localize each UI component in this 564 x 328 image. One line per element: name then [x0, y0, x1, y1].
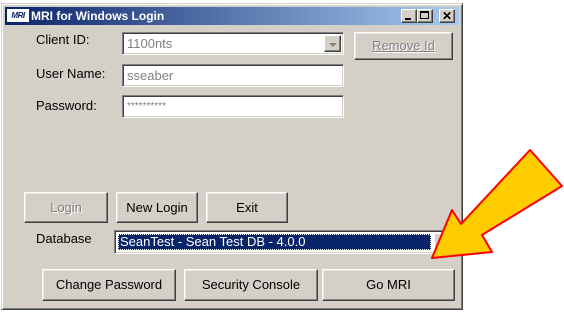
- annotation-arrow-icon: [431, 149, 563, 259]
